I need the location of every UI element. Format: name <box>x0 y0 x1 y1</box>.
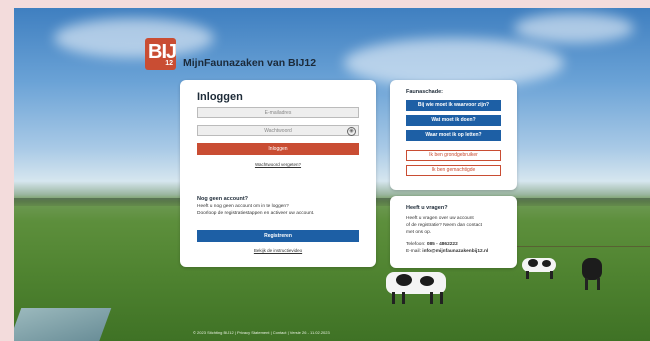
authorized-button[interactable]: Ik ben gemachtigde <box>406 165 501 176</box>
no-account-text-1: Heeft u nog geen account om in te loggen… <box>197 204 289 209</box>
help-text-3: met ons op. <box>406 230 432 235</box>
show-password-icon[interactable]: ◉ <box>347 127 356 136</box>
site-title: MijnFaunazaken van BIJ12 <box>183 57 317 69</box>
password-input[interactable]: Wachtwoord ◉ <box>197 125 359 136</box>
help-phone: Telefoon: 085 - 4862222 <box>406 242 458 249</box>
who-button[interactable]: Bij wie moet ik waarvoor zijn? <box>406 100 501 111</box>
login-card: Inloggen E-mailadres Wachtwoord ◉ Inlogg… <box>180 80 376 267</box>
help-email: E-mail: info@mijnfaunazakenbij12.nl <box>406 249 488 256</box>
bij12-logo[interactable]: BIJ 12 <box>145 38 177 70</box>
logo-sub: 12 <box>165 60 173 67</box>
forgot-password-link[interactable]: Wachtwoord vergeten? <box>197 162 359 167</box>
login-title: Inloggen <box>197 91 243 103</box>
phone-number[interactable]: 085 - 4862222 <box>427 242 458 247</box>
no-account-title: Nog geen account? <box>197 196 249 202</box>
landowner-button[interactable]: Ik ben grondgebruiker <box>406 150 501 161</box>
cow <box>522 254 560 282</box>
email-input[interactable]: E-mailadres <box>197 107 359 118</box>
footer-text: © 2023 Stichting BIJ12 | Privacy Stateme… <box>193 330 330 335</box>
email-address[interactable]: info@mijnfaunazakenbij12.nl <box>422 249 488 254</box>
help-text-1: Heeft u vragen over uw account <box>406 216 474 221</box>
what-to-watch-button[interactable]: Waar moet ik op letten? <box>406 130 501 141</box>
cow <box>582 256 604 292</box>
help-card: Heeft u vragen? Heeft u vragen over uw a… <box>390 196 517 268</box>
password-placeholder: Wachtwoord <box>264 128 292 134</box>
no-account-text-2: Doorloop de registratiestappen en active… <box>197 211 315 216</box>
cloud <box>514 13 634 43</box>
what-to-do-button[interactable]: Wat moet ik doen? <box>406 115 501 126</box>
help-title: Heeft u vragen? <box>406 205 448 211</box>
register-button[interactable]: Registreren <box>197 230 359 242</box>
instruction-video-link[interactable]: Bekijk de instructievideo <box>197 248 359 253</box>
faunaschade-title: Faunaschade: <box>406 89 443 95</box>
faunaschade-card: Faunaschade: Bij wie moet ik waarvoor zi… <box>390 80 517 190</box>
water-ditch <box>14 308 112 341</box>
cow <box>386 266 450 306</box>
login-button[interactable]: Inloggen <box>197 143 359 155</box>
email-label: E-mail: <box>406 249 423 254</box>
help-text-2: of de registratie? Neem dan contact <box>406 223 482 228</box>
phone-label: Telefoon: <box>406 242 427 247</box>
email-placeholder: E-mailadres <box>264 110 292 116</box>
cloud <box>54 18 214 58</box>
